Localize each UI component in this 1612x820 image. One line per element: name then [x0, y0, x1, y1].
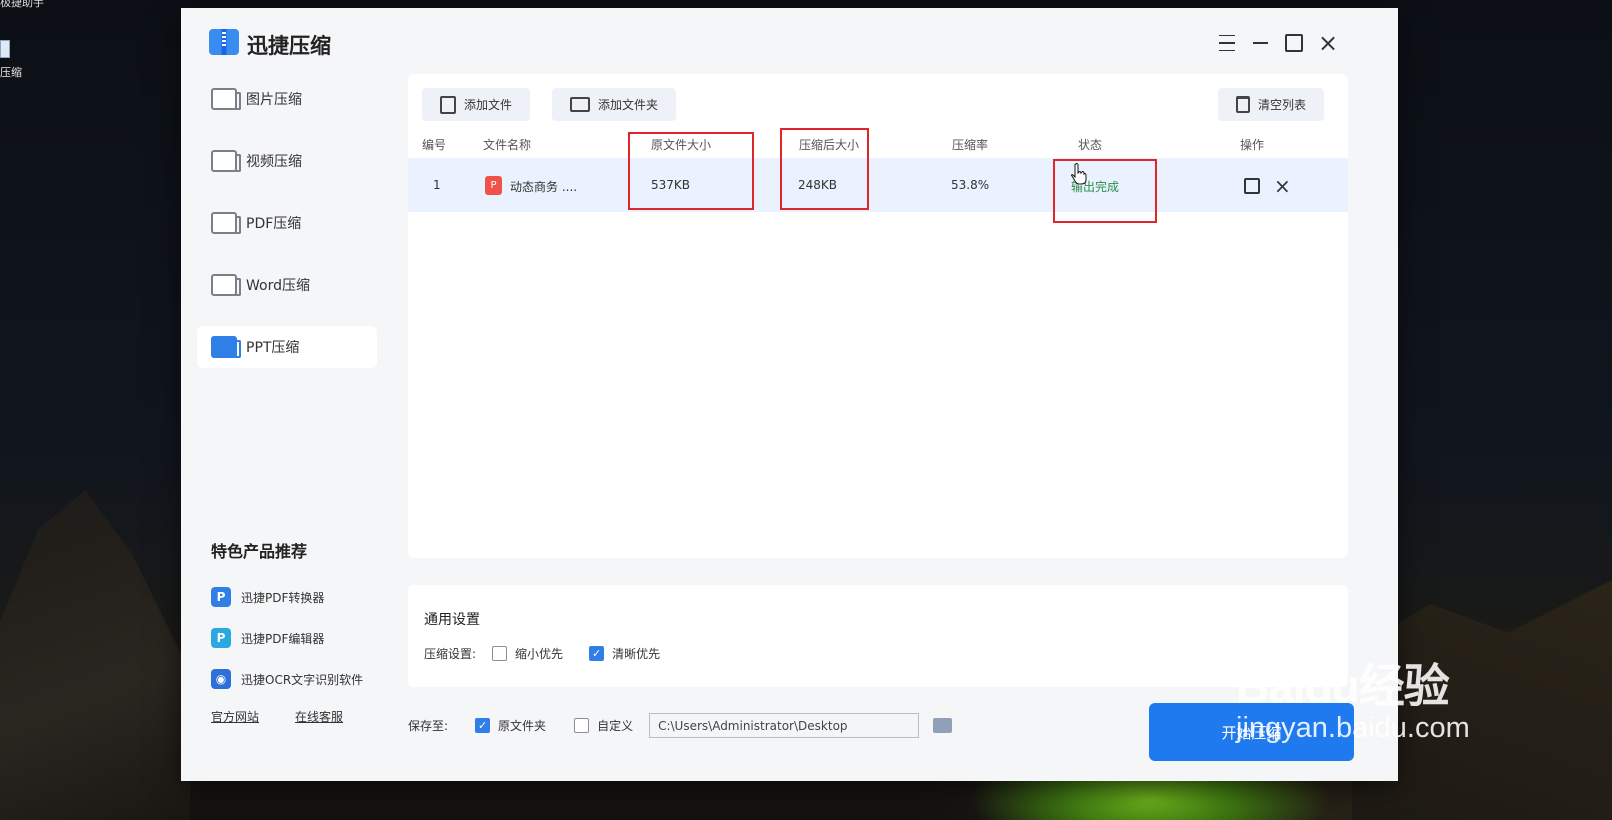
ppt-file-icon: P: [485, 176, 502, 195]
promo-item-pdf-editor[interactable]: P 迅捷PDF编辑器: [211, 627, 363, 649]
sidebar-item-label: 图片压缩: [246, 92, 302, 108]
promo-item-label: 迅捷PDF编辑器: [241, 631, 325, 646]
title-bar: 迅捷压缩 ×: [181, 8, 1398, 68]
shrink-priority-label: 缩小优先: [515, 647, 564, 661]
app-window: 迅捷压缩 × 图片压缩 视频压缩 PDF压缩 Word压缩 PPT压缩 特色产品…: [181, 8, 1398, 781]
ppt-icon: [211, 336, 241, 358]
pdf-converter-icon: P: [211, 587, 231, 607]
promo-item-ocr[interactable]: ◉ 迅捷OCR文字识别软件: [211, 668, 363, 690]
desktop-top-label: 极捷助手: [0, 0, 44, 9]
sidebar-item-word[interactable]: Word压缩: [197, 264, 377, 306]
save-location-row: 保存至: ✓ 原文件夹 自定义: [408, 713, 953, 738]
image-icon: [211, 88, 241, 110]
online-support-link[interactable]: 在线客服: [295, 708, 343, 725]
close-icon[interactable]: ×: [1317, 31, 1339, 55]
browse-folder-icon[interactable]: [933, 718, 953, 733]
col-header-index: 编号: [422, 138, 447, 152]
col-header-compressed-size: 压缩后大小: [799, 138, 860, 152]
sidebar-item-image[interactable]: 图片压缩: [197, 78, 377, 120]
start-compress-button[interactable]: 开始压缩: [1149, 703, 1354, 761]
add-file-label: 添加文件: [464, 98, 513, 112]
file-list-panel: 添加文件 添加文件夹 清空列表 编号 文件名称 原文件大小 压缩后大小 压缩率 …: [408, 74, 1348, 558]
col-header-actions: 操作: [1240, 138, 1265, 152]
sidebar-item-video[interactable]: 视频压缩: [197, 140, 377, 182]
sidebar-item-label: PDF压缩: [246, 216, 302, 232]
clarity-priority-label: 清晰优先: [612, 647, 661, 661]
settings-panel: 通用设置 压缩设置: 缩小优先 ✓ 清晰优先: [408, 585, 1348, 687]
ocr-icon: ◉: [211, 669, 231, 689]
promo-item-pdf-converter[interactable]: P 迅捷PDF转换器: [211, 586, 363, 608]
official-website-link[interactable]: 官方网站: [211, 708, 259, 725]
add-folder-label: 添加文件夹: [598, 98, 659, 112]
pdf-editor-icon: P: [211, 628, 231, 648]
promo-section: 特色产品推荐 P 迅捷PDF转换器 P 迅捷PDF编辑器 ◉ 迅捷OCR文字识别…: [211, 538, 363, 709]
promo-title: 特色产品推荐: [211, 542, 308, 561]
trash-icon: [1236, 96, 1250, 113]
word-icon: [211, 274, 241, 296]
sidebar-item-label: 视频压缩: [246, 154, 302, 170]
col-header-status: 状态: [1078, 138, 1103, 152]
desktop-shortcut[interactable]: 压缩: [0, 40, 30, 80]
compression-settings-label: 压缩设置:: [424, 647, 477, 661]
save-label: 保存至:: [408, 719, 449, 733]
original-folder-checkbox[interactable]: ✓: [475, 718, 491, 733]
video-icon: [211, 150, 241, 172]
table-header: 编号 文件名称 原文件大小 压缩后大小 压缩率 状态 操作: [422, 132, 1342, 156]
row-file-name: 动态商务 ....: [510, 180, 578, 194]
mountain-silhouette-left: [0, 490, 190, 820]
row-ratio: 53.8%: [951, 178, 990, 192]
col-header-ratio: 压缩率: [952, 138, 989, 152]
save-path-input[interactable]: [649, 713, 920, 738]
desktop-shortcut-label: 压缩: [0, 66, 22, 79]
menu-icon[interactable]: [1216, 32, 1238, 54]
clear-list-label: 清空列表: [1258, 98, 1307, 112]
sidebar-item-label: PPT压缩: [246, 340, 300, 356]
promo-item-label: 迅捷OCR文字识别软件: [241, 672, 364, 687]
add-folder-button[interactable]: 添加文件夹: [552, 88, 677, 121]
custom-folder-label: 自定义: [597, 719, 634, 733]
promo-item-label: 迅捷PDF转换器: [241, 590, 325, 605]
settings-title: 通用设置: [424, 612, 480, 628]
shrink-priority-checkbox[interactable]: [492, 646, 508, 661]
row-original-size: 537KB: [651, 178, 691, 192]
open-folder-icon[interactable]: [1244, 178, 1260, 194]
minimize-icon[interactable]: [1249, 32, 1271, 54]
add-file-button[interactable]: 添加文件: [422, 88, 531, 121]
add-file-icon: [440, 95, 456, 114]
add-folder-icon: [570, 97, 590, 112]
col-header-original-size: 原文件大小: [651, 138, 712, 152]
row-compressed-size: 248KB: [798, 178, 838, 192]
sidebar-item-pdf[interactable]: PDF压缩: [197, 202, 377, 244]
compression-settings-row: 压缩设置: 缩小优先 ✓ 清晰优先: [424, 645, 660, 662]
clarity-priority-checkbox[interactable]: ✓: [589, 646, 605, 661]
sidebar-item-label: Word压缩: [246, 278, 310, 294]
delete-icon[interactable]: ×: [1274, 176, 1291, 196]
hand-cursor-icon: [1071, 163, 1087, 185]
sidebar-item-ppt[interactable]: PPT压缩: [197, 326, 377, 368]
maximize-icon[interactable]: [1283, 32, 1305, 54]
sidebar: 图片压缩 视频压缩 PDF压缩 Word压缩 PPT压缩: [197, 78, 377, 388]
table-row[interactable]: 1 P 动态商务 .... 537KB 248KB 53.8% 输出完成 ×: [408, 158, 1348, 212]
footer-links: 官方网站 在线客服: [211, 708, 343, 725]
original-folder-label: 原文件夹: [498, 719, 547, 733]
row-index: 1: [433, 178, 441, 192]
col-header-name: 文件名称: [483, 138, 532, 152]
desktop-file-icon: [0, 40, 10, 58]
pdf-icon: [211, 212, 241, 234]
app-title: 迅捷压缩: [247, 34, 331, 58]
clear-list-button[interactable]: 清空列表: [1218, 88, 1325, 121]
app-logo-icon: [209, 29, 239, 55]
custom-folder-checkbox[interactable]: [574, 718, 590, 733]
